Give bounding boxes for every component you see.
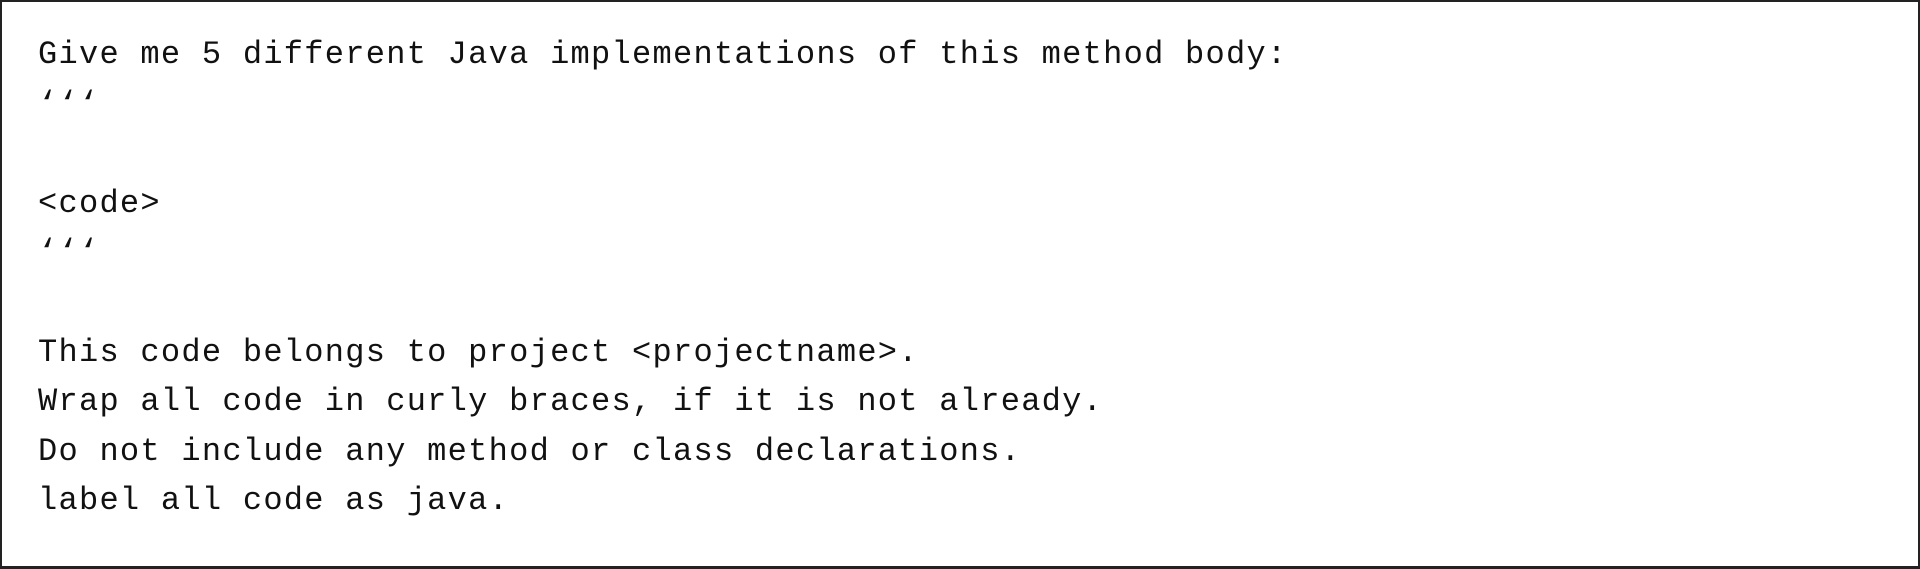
prompt-text: Give me 5 different Java implementations… xyxy=(38,30,1882,526)
main-container: Give me 5 different Java implementations… xyxy=(0,0,1920,569)
